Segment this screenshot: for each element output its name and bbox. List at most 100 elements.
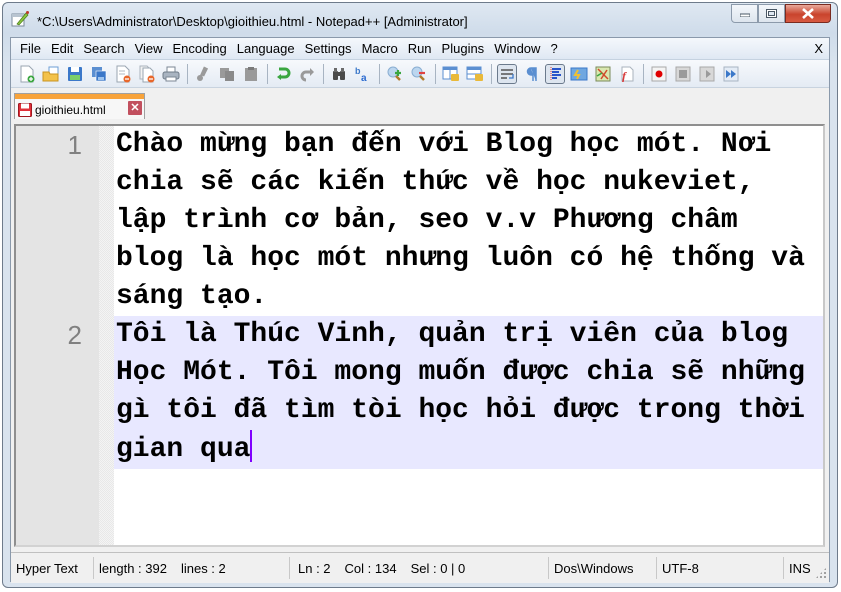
toolbar-separator [435, 63, 436, 84]
find-button[interactable] [329, 64, 349, 84]
user-defined-language-button[interactable] [569, 64, 589, 84]
indent-guide-button[interactable] [545, 63, 565, 84]
status-document-info: length : 392 lines : 2 [94, 557, 290, 579]
menu-help[interactable]: ? [545, 41, 562, 56]
caption-buttons [731, 4, 831, 24]
toolbar: ba f [11, 60, 829, 88]
zoom-in-button[interactable] [385, 64, 405, 84]
menu-language[interactable]: Language [232, 41, 300, 56]
save-all-button[interactable] [89, 64, 109, 84]
paste-icon [245, 66, 257, 81]
user-language-icon [570, 67, 588, 80]
menu-view[interactable]: View [130, 41, 168, 56]
menu-edit[interactable]: Edit [46, 41, 78, 56]
close-file-button[interactable] [113, 64, 133, 84]
client-area: File Edit Search View Encoding Language … [10, 37, 830, 583]
print-icon [162, 66, 180, 81]
toolbar-separator [379, 63, 380, 84]
zoom-out-icon [411, 66, 425, 81]
toolbar-separator [491, 63, 492, 84]
menu-bar: File Edit Search View Encoding Language … [11, 38, 829, 60]
sync-horizontal-icon [466, 66, 483, 81]
editor[interactable]: 1 Chào mừng bạn đến với Blog học mót. Nơ… [14, 124, 825, 547]
toolbar-separator [187, 63, 188, 84]
save-all-icon [92, 66, 107, 81]
menu-plugins[interactable]: Plugins [437, 41, 490, 56]
status-sel: Sel : 0 | 0 [410, 560, 466, 576]
menu-file[interactable]: File [11, 41, 46, 56]
document-map-icon [595, 66, 611, 81]
close-window-button[interactable] [785, 4, 831, 23]
sync-vertical-icon [442, 66, 459, 81]
minimize-button[interactable] [731, 4, 758, 23]
print-button[interactable] [161, 64, 181, 84]
maximize-button[interactable] [758, 4, 785, 23]
status-bar: Hyper Text length : 392 lines : 2 Ln : 2… [11, 552, 829, 583]
function-list-button[interactable]: f [617, 64, 637, 84]
menu-window[interactable]: Window [489, 41, 545, 56]
tab-label: gioithieu.html [35, 103, 106, 117]
pilcrow-icon [526, 66, 537, 81]
menu-settings[interactable]: Settings [300, 41, 357, 56]
title-bar[interactable]: *C:\Users\Administrator\Desktop\gioithie… [3, 3, 837, 37]
new-file-button[interactable] [17, 64, 37, 84]
menu-search[interactable]: Search [78, 41, 129, 56]
line-number: 2 [67, 320, 82, 350]
fast-forward-icon [723, 66, 739, 81]
save-icon [68, 66, 82, 81]
line-text-content: Tôi là Thúc Vinh, quản trị viên của blog… [116, 319, 822, 465]
macro-record-button[interactable] [649, 64, 669, 84]
minimize-icon [739, 13, 750, 17]
fold-margin [99, 126, 114, 545]
document-map-button[interactable] [593, 64, 613, 84]
code-area[interactable]: 1 Chào mừng bạn đến với Blog học mót. Nơ… [68, 126, 823, 469]
word-wrap-button[interactable] [497, 63, 517, 84]
show-all-characters-button[interactable] [521, 64, 541, 84]
open-folder-icon [42, 66, 59, 81]
record-icon [651, 66, 667, 81]
copy-button[interactable] [217, 64, 237, 84]
zoom-out-button[interactable] [409, 64, 429, 84]
menu-encoding[interactable]: Encoding [168, 41, 232, 56]
word-wrap-icon [501, 68, 514, 79]
status-encoding: UTF-8 [657, 557, 784, 579]
redo-button[interactable] [297, 64, 317, 84]
close-document-button[interactable]: X [814, 41, 823, 56]
status-length: length : 392 [99, 560, 167, 576]
open-file-button[interactable] [41, 64, 61, 84]
macro-run-multiple-button[interactable] [721, 64, 741, 84]
function-list-icon: f [621, 66, 634, 82]
tab-gioithieu-html[interactable]: gioithieu.html ✕ [14, 93, 145, 119]
toolbar-separator [323, 63, 324, 84]
notepadpp-icon [11, 11, 29, 27]
undo-icon [277, 67, 291, 80]
code-line[interactable]: 1 Chào mừng bạn đến với Blog học mót. Nơ… [68, 126, 823, 316]
code-line-current[interactable]: 2 Tôi là Thúc Vinh, quản trị viên của bl… [68, 316, 823, 469]
save-button[interactable] [65, 64, 85, 84]
close-all-button[interactable] [137, 64, 157, 84]
toolbar-separator [643, 63, 644, 84]
sync-vertical-button[interactable] [441, 64, 461, 84]
macro-play-button[interactable] [697, 64, 717, 84]
menu-macro[interactable]: Macro [357, 41, 403, 56]
new-file-icon [20, 65, 35, 82]
svg-text:a: a [361, 73, 367, 82]
status-col: Col : 134 [344, 560, 397, 576]
status-insert-mode: INS [789, 560, 811, 576]
status-cursor-info: Ln : 2 Col : 134 Sel : 0 | 0 [290, 557, 549, 579]
window-title: *C:\Users\Administrator\Desktop\gioithie… [37, 14, 468, 29]
cut-button[interactable] [193, 64, 213, 84]
undo-button[interactable] [273, 64, 293, 84]
replace-icon: ba [355, 66, 367, 82]
replace-button[interactable]: ba [353, 64, 373, 84]
paste-button[interactable] [241, 64, 261, 84]
binoculars-icon [333, 67, 345, 80]
sync-horizontal-button[interactable] [465, 64, 485, 84]
tab-close-button[interactable]: ✕ [128, 101, 142, 115]
active-tab-accent [15, 94, 144, 99]
status-eol: Dos\Windows [549, 557, 657, 579]
menu-run[interactable]: Run [403, 41, 437, 56]
resize-grip-icon[interactable] [815, 567, 827, 579]
close-all-icon [139, 65, 155, 82]
macro-stop-button[interactable] [673, 64, 693, 84]
